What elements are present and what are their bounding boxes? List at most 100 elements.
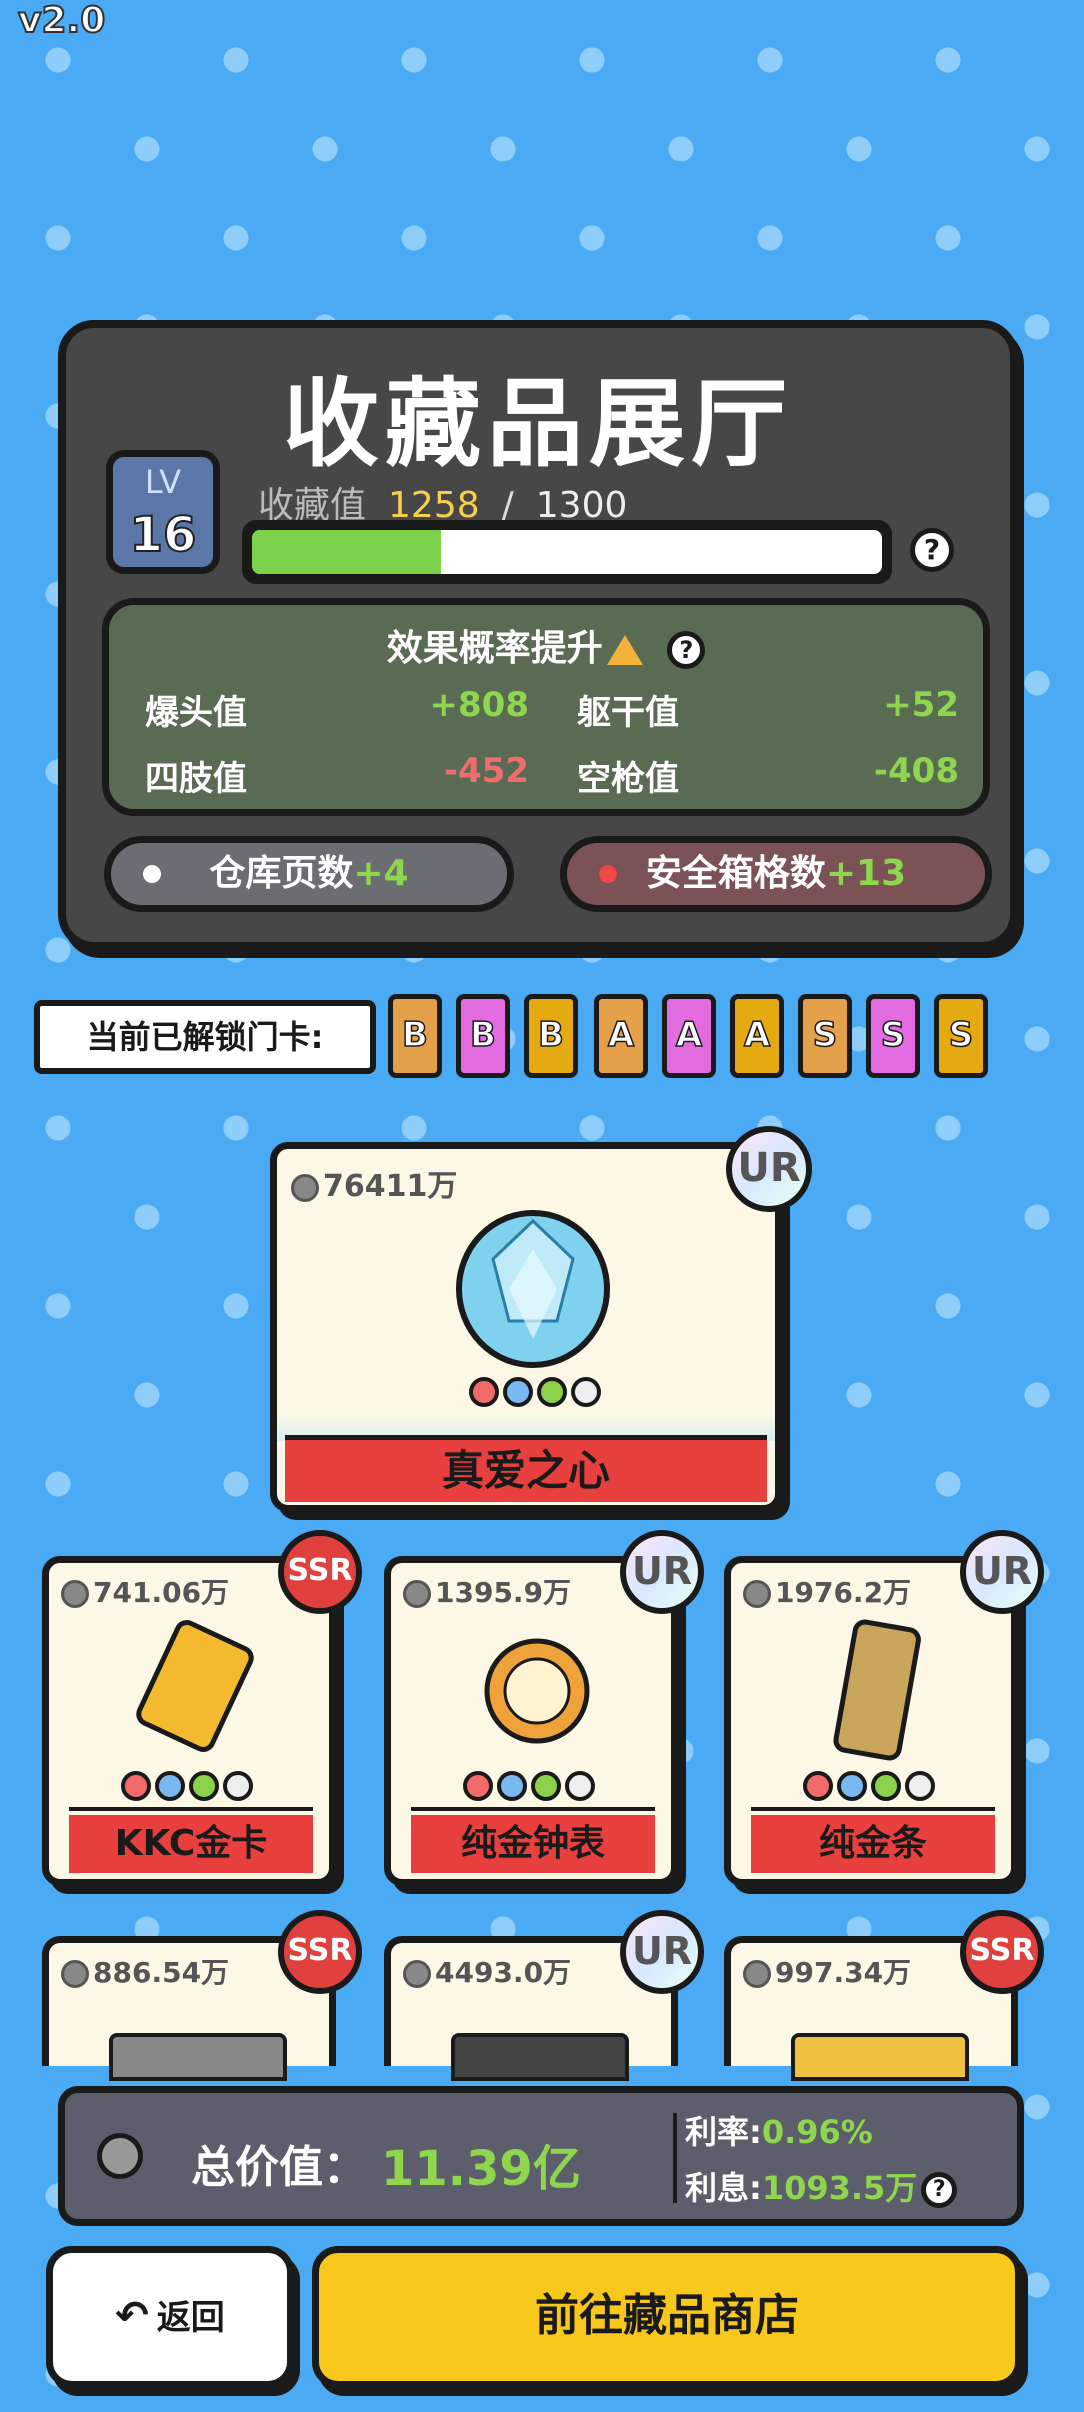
keycard-chip: S [866,994,920,1078]
interest-label: 利息: [685,2169,762,2207]
effect-value: -408 [873,751,959,791]
keycard-chip: S [934,994,988,1078]
gem-slot-icon [837,1771,867,1801]
item-image-icon [833,1619,921,1761]
coin-icon [403,1960,431,1988]
coin-icon [61,1580,89,1608]
gem-slot-icon [155,1771,185,1801]
interest-rate: 利率:0.96% [685,2107,873,2153]
interest-value: 1093.5万 [761,2169,918,2207]
gem-slots [467,1377,603,1411]
safebox-label: 安全箱格数 [645,853,826,894]
interest-help-button[interactable]: ? [921,2172,958,2208]
gem-slot-icon [905,1771,935,1801]
rarity-badge: UR [960,1530,1044,1614]
unlocked-cards-label: 当前已解锁门卡: [34,1000,376,1074]
item-price: 4493.0万 [403,1951,571,1991]
effects-title-text: 效果概率提升 [386,628,603,669]
divider [751,1807,995,1811]
collect-help-button[interactable]: ? [910,528,954,572]
item-name: 纯金条 [751,1815,995,1873]
back-label: 返回 [156,2298,225,2338]
collect-progress-bar [242,520,892,584]
effect-value: +808 [429,685,529,725]
item-price-text: 997.34万 [775,1956,912,1989]
item-price: 1395.9万 [403,1571,571,1611]
rarity-badge: SSR [960,1910,1044,1994]
gem-slot-icon [803,1771,833,1801]
item-price-text: 1976.2万 [775,1576,912,1609]
divider [673,2113,677,2203]
item-card[interactable]: 1976.2万纯金条 [724,1556,1018,1886]
item-name: 真爱之心 [285,1435,767,1502]
warning-triangle-icon [606,635,643,665]
coin-icon [61,1960,89,1988]
item-card[interactable]: 1395.9万纯金钟表 [384,1556,678,1886]
back-button[interactable]: ↶ 返回 [46,2246,294,2388]
rarity-badge: SSR [278,1910,362,1994]
item-price-text: 1395.9万 [435,1576,572,1609]
gem-slot-icon [463,1771,493,1801]
item-price: 76411万 [291,1161,457,1205]
coin-icon [743,1960,771,1988]
item-price: 886.54万 [61,1951,229,1991]
level-number: 16 [129,506,198,564]
gem-slot-icon [503,1377,533,1407]
keycard-chip: B [524,994,578,1078]
total-value: 11.39亿 [381,2141,581,2197]
warehouse-bonus: +4 [353,853,409,894]
item-price: 1976.2万 [743,1571,911,1611]
rarity-badge: UR [726,1126,812,1212]
divider [69,1807,313,1811]
red-dot-icon [599,865,617,883]
keycard-chip: B [456,994,510,1078]
gem-slot-icon [537,1377,567,1407]
rate-value: 0.96% [761,2113,873,2151]
gem-slot-icon [223,1771,253,1801]
item-name: KKC金卡 [69,1815,313,1873]
white-dot-icon [143,865,161,883]
gem-slot-icon [189,1771,219,1801]
effects-title: 效果概率提升 ? [109,619,983,671]
back-arrow-icon: ↶ [115,2293,149,2339]
warehouse-pages-pill: 仓库页数+4 [104,836,514,912]
item-card[interactable]: 741.06万 KKC金卡 [42,1556,336,1886]
level-badge: LV 16 [106,450,220,574]
item-image-icon [136,1620,254,1752]
gem-slots [119,1771,255,1805]
item-price-text: 886.54万 [93,1956,230,1989]
effects-help-button[interactable]: ? [667,631,706,669]
item-name: 纯金钟表 [411,1815,655,1873]
rate-label: 利率: [685,2113,762,2151]
item-image-icon [451,2033,629,2081]
go-to-shop-button[interactable]: 前往藏品商店 [312,2246,1022,2388]
rarity-badge: UR [620,1530,704,1614]
gem-slot-icon [469,1377,499,1407]
version-label: v2.0 [17,0,106,42]
featured-item-card[interactable]: 76411万 真爱之心 [270,1142,782,1512]
item-price-text: 4493.0万 [435,1956,572,1989]
item-price-text: 741.06万 [93,1576,230,1609]
coin-icon [291,1173,319,1202]
effect-label: 爆头值 [145,693,247,733]
safebox-bonus: +13 [825,853,907,894]
collection-hall-panel: 收藏品展厅 LV 16 收藏值 1258/1300 ? 效果概率提升 ? 爆头值 … [58,320,1018,950]
warehouse-label: 仓库页数 [209,853,354,894]
gem-slot-icon [871,1771,901,1801]
effect-value: +52 [883,685,959,725]
effect-label: 四肢值 [145,759,247,799]
gem-slot-icon [121,1771,151,1801]
effect-label: 躯干值 [577,693,679,733]
item-image-icon [484,1638,590,1744]
collect-progress-fill [252,530,441,574]
diamond-heart-icon [456,1210,610,1368]
item-price-text: 76411万 [323,1169,458,1204]
interest-amount: 利息:1093.5万? [685,2163,958,2209]
gem-slots [801,1771,937,1805]
keycard-chip: S [798,994,852,1078]
keycard-chip: B [388,994,442,1078]
item-image-icon [109,2033,287,2081]
gem-slot-icon [531,1771,561,1801]
level-label: LV [144,463,182,501]
total-value-panel: 总价值： 11.39亿 利率:0.96% 利息:1093.5万? [58,2086,1024,2226]
